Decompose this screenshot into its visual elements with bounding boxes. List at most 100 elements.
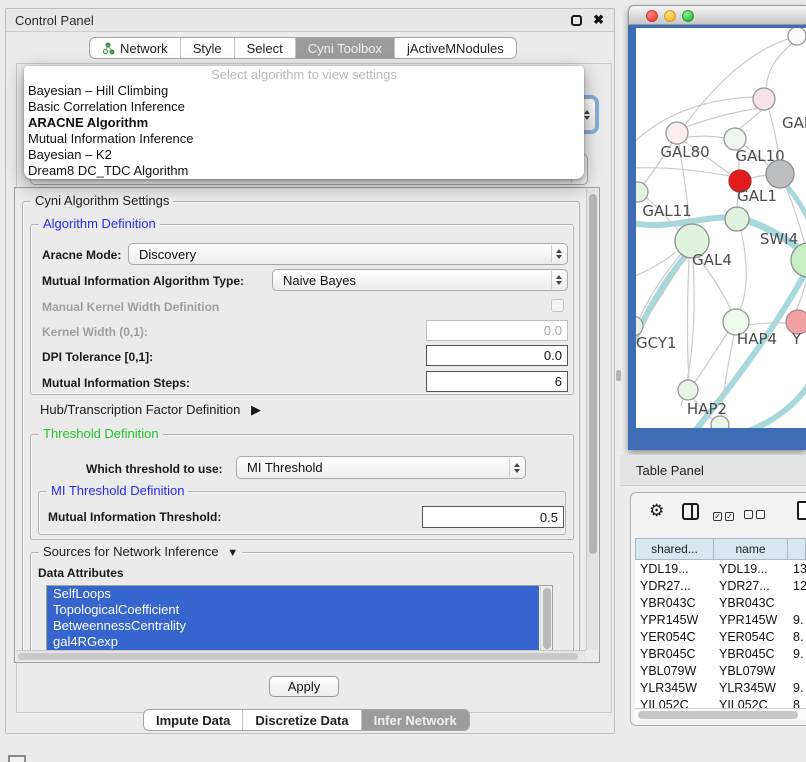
table-cell[interactable]: 9. (788, 645, 806, 662)
close-icon[interactable]: ✖ (593, 12, 604, 28)
table-cell[interactable]: YDR27... (714, 577, 788, 594)
settings-horizontal-scrollbar[interactable] (16, 650, 586, 661)
scrollbar-thumb[interactable] (543, 588, 551, 649)
control-panel-titlebar[interactable]: Control Panel ✖ (6, 9, 614, 32)
table-cell[interactable]: YBR043C (714, 594, 788, 611)
attribute-list-scrollbar[interactable] (540, 586, 552, 651)
minimize-traffic-light-icon[interactable] (664, 10, 676, 22)
table-panel-header[interactable]: Table Panel (620, 455, 806, 486)
table-cell[interactable]: YDL19... (635, 560, 714, 577)
tab-discretize-data[interactable]: Discretize Data (242, 710, 360, 730)
dpi-tolerance-field[interactable]: 0.0 (426, 345, 568, 366)
tab-jactivemnodules[interactable]: jActiveMNodules (394, 38, 516, 58)
float-window-icon[interactable] (571, 15, 582, 26)
table-cell[interactable]: 9. (788, 611, 806, 628)
network-node[interactable] (711, 416, 729, 428)
table-row[interactable]: YBR045CYBR045C9. (635, 645, 806, 662)
zoom-traffic-light-icon[interactable] (682, 10, 694, 22)
mi-threshold-field[interactable]: 0.5 (422, 506, 564, 528)
table-row[interactable]: YLR345WYLR345W9. (635, 679, 806, 696)
network-edge[interactable] (740, 231, 746, 310)
scrollbar-thumb[interactable] (589, 194, 597, 554)
manual-kernel-checkbox[interactable] (551, 299, 564, 312)
network-edge[interactable] (688, 258, 690, 381)
table-cell[interactable]: YDL19... (714, 560, 788, 577)
table-cell[interactable]: YLR345W (714, 679, 788, 696)
close-traffic-light-icon[interactable] (646, 10, 658, 22)
aracne-mode-combobox[interactable]: Discovery (128, 243, 568, 265)
select-all-checkboxes-icon[interactable]: ✓✓ (713, 506, 737, 524)
table-cell[interactable] (788, 594, 806, 611)
table-cell[interactable]: YBR043C (635, 594, 714, 611)
table-cell[interactable]: YPR145W (635, 611, 714, 628)
sources-group-title[interactable]: Sources for Network Inference ▼ (39, 544, 242, 559)
network-edge[interactable] (636, 256, 686, 343)
network-edge[interactable] (766, 42, 794, 88)
algorithm-option[interactable]: ARACNE Algorithm (24, 115, 584, 131)
mi-type-combobox[interactable]: Naive Bayes (272, 269, 568, 291)
tab-cyni-toolbox[interactable]: Cyni Toolbox (295, 38, 394, 58)
column-header-shared-name[interactable]: shared... (635, 538, 714, 560)
scrollbar-thumb[interactable] (638, 711, 798, 719)
algorithm-option[interactable]: Bayesian – Hill Climbing (24, 83, 584, 99)
attribute-list-item[interactable]: gal4RGexp (47, 634, 539, 650)
network-edge[interactable] (751, 175, 766, 178)
tab-network[interactable]: Network (90, 38, 180, 58)
network-node[interactable] (666, 122, 688, 144)
network-node[interactable] (678, 380, 698, 400)
table-cell[interactable]: YBL079W (635, 662, 714, 679)
tab-style[interactable]: Style (180, 38, 234, 58)
algorithm-option[interactable]: Mutual Information Inference (24, 131, 584, 147)
network-edge[interactable] (636, 168, 729, 176)
table-cell[interactable] (788, 662, 806, 679)
network-window-titlebar[interactable] (628, 5, 806, 25)
table-row[interactable]: YDL19...YDL19...13 (635, 560, 806, 577)
column-layout-icon[interactable] (682, 503, 699, 520)
table-cell[interactable]: YBR045C (635, 645, 714, 662)
attribute-list-item[interactable]: TopologicalCoefficient (47, 602, 539, 618)
clear-all-checkboxes-icon[interactable] (744, 506, 768, 524)
table-cell[interactable]: YBL079W (714, 662, 788, 679)
tab-impute-data[interactable]: Impute Data (144, 710, 242, 730)
column-header-clipped[interactable] (788, 538, 806, 560)
network-edge[interactable] (695, 332, 728, 382)
table-cell[interactable]: YLR345W (635, 679, 714, 696)
tab-infer-network[interactable]: Infer Network (361, 710, 469, 730)
table-horizontal-scrollbar[interactable] (635, 708, 806, 720)
attribute-list-item[interactable]: BetweennessCentrality (47, 618, 539, 634)
network-node[interactable] (753, 88, 775, 110)
kernel-width-field[interactable]: 0.0 (426, 320, 568, 341)
table-cell[interactable]: YER054C (635, 628, 714, 645)
network-edge[interactable] (748, 323, 786, 325)
network-canvas[interactable]: GALGAL80GAL10GAL1GAL11SWI4GAL4HAP4YGCY1H… (636, 28, 806, 428)
bottom-corner-icon[interactable] (8, 755, 26, 762)
table-cell[interactable]: YPR145W (714, 611, 788, 628)
settings-vertical-scrollbar[interactable] (586, 189, 598, 650)
table-row[interactable]: YER054CYER054C8. (635, 628, 806, 645)
table-row[interactable]: YPR145WYPR145W9. (635, 611, 806, 628)
hub-definition-toggle[interactable]: Hub/Transcription Factor Definition ▶ (40, 402, 261, 418)
table-cell[interactable]: 9. (788, 679, 806, 696)
scrollbar-thumb[interactable] (18, 653, 578, 660)
network-node[interactable] (725, 207, 749, 231)
network-node[interactable] (766, 160, 794, 188)
attribute-list-item[interactable]: SelfLoops (47, 586, 539, 602)
network-node[interactable] (636, 182, 648, 202)
apply-button[interactable]: Apply (269, 676, 339, 697)
panel-divider-handle[interactable] (616, 370, 621, 381)
table-cell[interactable]: 8. (788, 628, 806, 645)
gear-icon[interactable]: ⚙ (649, 501, 664, 521)
table-cell[interactable]: 13 (788, 560, 806, 577)
table-cell[interactable]: YBR045C (714, 645, 788, 662)
table-row[interactable]: YBR043CYBR043C (635, 594, 806, 611)
table-cell[interactable]: 12 (788, 577, 806, 594)
table-cell[interactable]: YDR27... (635, 577, 714, 594)
network-edge[interactable] (739, 110, 762, 129)
algorithm-option[interactable]: Basic Correlation Inference (24, 99, 584, 115)
table-mode-icon[interactable] (797, 501, 806, 520)
table-row[interactable]: YDR27...YDR27...12 (635, 577, 806, 594)
which-threshold-combobox[interactable]: MI Threshold (236, 456, 526, 479)
algorithm-option[interactable]: Dream8 DC_TDC Algorithm (24, 163, 584, 179)
network-edge[interactable] (732, 376, 806, 428)
algorithm-option[interactable]: Bayesian – K2 (24, 147, 584, 163)
